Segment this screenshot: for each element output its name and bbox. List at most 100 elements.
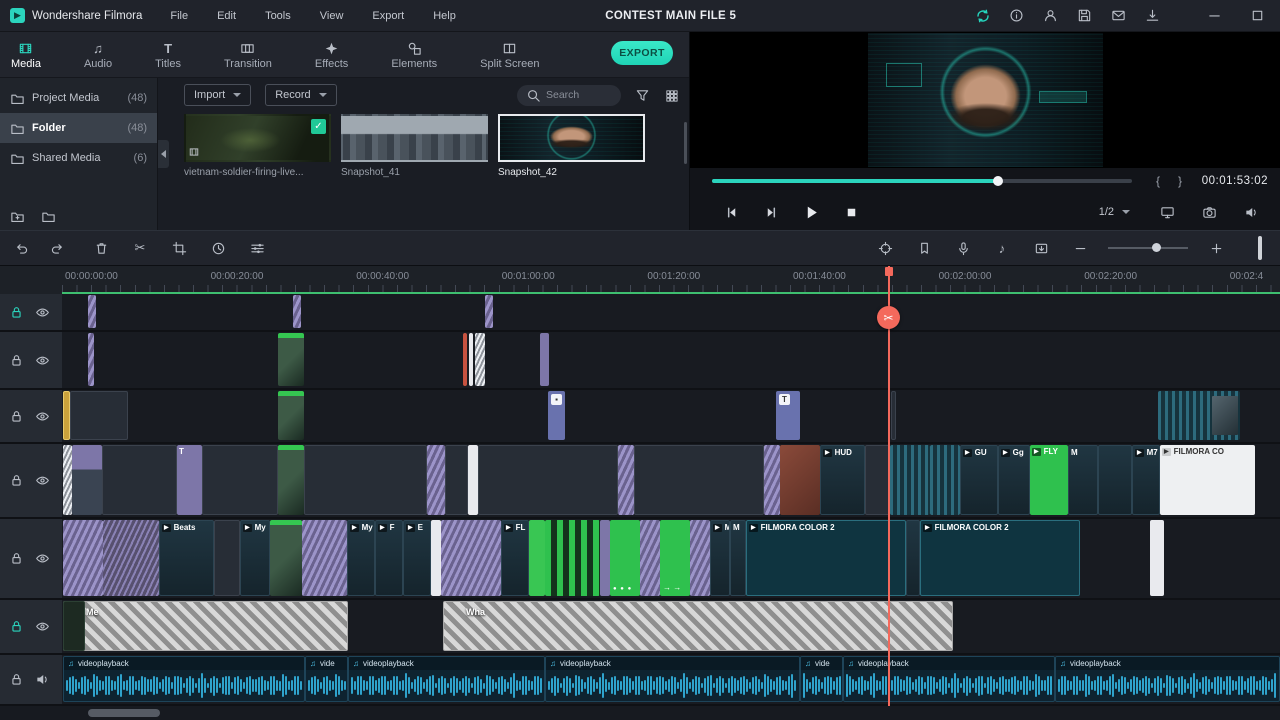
sidebar-item-folder[interactable]: Folder (48) <box>0 113 157 143</box>
voiceover-button[interactable] <box>952 237 974 259</box>
timeline-clip[interactable] <box>468 445 478 515</box>
timeline-clip[interactable]: ▶ GU <box>960 445 998 515</box>
timeline-clip[interactable] <box>1158 391 1240 440</box>
lock-icon[interactable] <box>9 619 24 634</box>
timeline-clip[interactable] <box>63 520 103 596</box>
timeline-clip[interactable] <box>70 391 128 440</box>
preview-quality-dropdown[interactable]: 1/2 <box>1099 206 1130 218</box>
timeline-clip[interactable] <box>478 445 618 515</box>
timeline-clip[interactable] <box>463 333 467 386</box>
timeline-clip[interactable] <box>278 391 304 440</box>
timeline-clip[interactable] <box>63 391 70 440</box>
timeline-clip[interactable] <box>1150 520 1164 596</box>
timeline-clip[interactable] <box>660 520 690 596</box>
menu-item-tools[interactable]: Tools <box>263 8 293 24</box>
media-item[interactable]: Snapshot_42 <box>498 114 645 178</box>
track-lane[interactable]: ▪ T <box>62 390 1280 442</box>
audio-clip[interactable]: ♫ videoplayback <box>1055 656 1280 702</box>
timeline-clip[interactable] <box>278 333 304 386</box>
lock-icon[interactable] <box>9 672 24 687</box>
import-dropdown[interactable]: Import <box>184 84 252 106</box>
timeline-clip[interactable]: ▶ E <box>403 520 431 596</box>
maximize-button[interactable] <box>1249 7 1266 24</box>
audio-clip[interactable]: ♫ videoplayback <box>348 656 545 702</box>
checkbox-checked-icon[interactable]: ✓ <box>311 119 326 134</box>
sidebar-item-project-media[interactable]: Project Media (48) <box>0 83 157 113</box>
timeline-clip[interactable]: ▪ <box>548 391 565 440</box>
timeline-clip[interactable] <box>764 445 780 515</box>
info-icon[interactable] <box>1008 7 1025 24</box>
crop-button[interactable] <box>168 237 190 259</box>
timeline-clip[interactable] <box>278 445 304 515</box>
tab-audio[interactable]: ♫ Audio <box>75 38 121 73</box>
zoom-out-button[interactable] <box>1069 237 1091 259</box>
timeline-clip[interactable] <box>540 333 549 386</box>
grid-view-icon[interactable] <box>664 88 679 103</box>
visibility-icon[interactable] <box>35 473 50 488</box>
track-lane[interactable] <box>62 332 1280 388</box>
timeline-clip[interactable] <box>441 520 501 596</box>
track-lane[interactable]: Me Wha <box>62 600 1280 653</box>
timeline-clip[interactable] <box>102 445 177 515</box>
play-button[interactable] <box>800 201 822 223</box>
adjust-button[interactable] <box>246 237 268 259</box>
menu-item-export[interactable]: Export <box>370 8 406 24</box>
search-box[interactable] <box>517 84 621 106</box>
timeline-clip[interactable] <box>445 445 468 515</box>
mark-in-button[interactable]: { <box>1156 174 1160 188</box>
tab-elements[interactable]: Elements <box>382 38 446 73</box>
lock-icon[interactable] <box>9 409 24 424</box>
export-button[interactable]: EXPORT <box>611 41 673 65</box>
timeline-clip[interactable] <box>214 520 240 596</box>
volume-icon[interactable] <box>1240 201 1262 223</box>
lock-icon[interactable] <box>9 305 24 320</box>
timeline-clip[interactable] <box>88 333 94 386</box>
visibility-icon[interactable] <box>35 409 50 424</box>
cut-tool-icon[interactable]: ✂ <box>877 306 900 329</box>
timeline-clip[interactable]: T <box>776 391 800 440</box>
mark-out-button[interactable]: } <box>1178 174 1182 188</box>
timeline-clip[interactable]: ▶M <box>710 520 730 596</box>
timeline-clip[interactable] <box>930 445 960 515</box>
timeline-clip[interactable] <box>202 445 278 515</box>
timeline-clip[interactable] <box>891 391 896 440</box>
zoom-slider-handle[interactable] <box>1152 243 1161 252</box>
timeline-clip[interactable]: ▶ FL <box>501 520 529 596</box>
timeline-clip[interactable] <box>1098 445 1132 515</box>
filter-icon[interactable] <box>635 88 650 103</box>
timeline-clip[interactable] <box>270 520 302 596</box>
media-item[interactable]: Snapshot_41 <box>341 114 488 178</box>
visibility-icon[interactable] <box>35 305 50 320</box>
redo-button[interactable] <box>46 237 68 259</box>
menu-item-edit[interactable]: Edit <box>215 8 238 24</box>
timeline-vscrollbar[interactable] <box>1258 236 1262 260</box>
minimize-button[interactable] <box>1206 7 1223 24</box>
audio-mixer-button[interactable]: ♪ <box>991 237 1013 259</box>
timeline-clip[interactable]: ▶ F <box>375 520 403 596</box>
next-frame-button[interactable] <box>760 201 782 223</box>
timeline-hscrollbar[interactable] <box>0 706 1280 720</box>
folder-icon[interactable] <box>41 209 56 224</box>
timeline-clip[interactable] <box>475 333 485 386</box>
timeline-clip[interactable] <box>780 445 820 515</box>
timeline-clip[interactable]: ▶ FILMORA COLOR 2 <box>920 520 1080 596</box>
lock-icon[interactable] <box>9 473 24 488</box>
timeline-clip[interactable] <box>906 520 920 596</box>
timeline-clip[interactable] <box>302 520 347 596</box>
tab-titles[interactable]: T Titles <box>146 38 190 73</box>
tab-effects[interactable]: Effects <box>306 38 357 73</box>
audio-clip[interactable]: ♫ videoplayback <box>63 656 305 702</box>
track-volume-icon[interactable] <box>35 672 50 687</box>
timeline-clip[interactable]: ▶ FILMORA COLOR 2 <box>746 520 906 596</box>
media-scrollbar[interactable] <box>684 122 687 164</box>
track-lane[interactable] <box>62 294 1280 330</box>
undo-button[interactable] <box>10 237 32 259</box>
timeline-clip[interactable]: ▶ FILMORA CO <box>1160 445 1255 515</box>
tab-transition[interactable]: Transition <box>215 38 281 73</box>
lock-icon[interactable] <box>9 353 24 368</box>
media-item[interactable]: ✓ vietnam-soldier-firing-live... <box>184 114 331 178</box>
zoom-in-button[interactable] <box>1205 237 1227 259</box>
timeline-clip[interactable]: ▶ Beats <box>159 520 214 596</box>
timeline-clip[interactable]: M <box>1068 445 1098 515</box>
timeline-clip[interactable]: T <box>177 445 202 515</box>
